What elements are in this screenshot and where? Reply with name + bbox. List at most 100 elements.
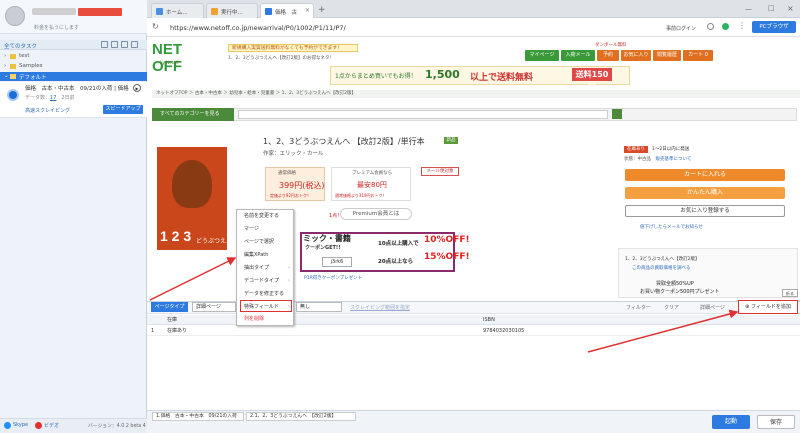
video-link[interactable]: ビデオ <box>44 422 59 429</box>
workflow-step-2[interactable]: 2.1、2、3どうぶつえんへ 【改訂2版】 <box>246 412 356 421</box>
logo-tagline: by Netoff <box>160 60 179 65</box>
minimize-icon[interactable]: — <box>745 5 752 13</box>
collapse-button[interactable]: 折る <box>782 289 798 297</box>
table-cell[interactable]: 在庫あり <box>167 326 187 336</box>
quick-buy-button[interactable]: かんたん購入 <box>625 187 785 199</box>
mail-delivery-badge: メール便対象 <box>421 167 459 176</box>
close-icon[interactable]: × <box>305 7 310 14</box>
search-input[interactable] <box>238 110 608 119</box>
start-button[interactable]: 起動 <box>712 415 750 429</box>
campaign-banner[interactable]: 新規購入実質送料無料がなくても予約ができます！ <box>228 44 358 52</box>
settings-icon[interactable] <box>131 41 138 48</box>
price-discount: 定価より92円おトク！ <box>270 193 312 198</box>
free-box-link[interactable]: ダンボール無料 <box>595 42 627 48</box>
skype-link[interactable]: Skype <box>13 422 28 428</box>
home-icon <box>156 8 163 15</box>
close-window-icon[interactable]: × <box>787 4 794 13</box>
premium-info-button[interactable]: Premium会員とは <box>340 208 412 220</box>
tab-running[interactable]: 実行中... <box>206 3 258 18</box>
tab-current[interactable]: 価格 古 × <box>260 3 314 18</box>
lion-illustration <box>172 160 212 208</box>
table-cell[interactable]: 9784032030105 <box>483 326 524 336</box>
cover-subtitle: どうぶつえんへ <box>196 238 239 245</box>
chevron-right-icon: › <box>288 278 290 284</box>
search-icon[interactable] <box>612 109 622 119</box>
breadcrumb[interactable]: ネットオフTOP ＞ 古本・中古本 ＞ 幼児本・絵本・児童書 ＞ 1、2、3どう… <box>152 90 800 98</box>
reserve-button[interactable]: 予約 <box>597 50 619 61</box>
avatar[interactable] <box>5 6 25 26</box>
cart-button[interactable]: カート 0 <box>683 50 713 61</box>
context-menu-item[interactable]: 名前を変更する <box>244 211 290 222</box>
url-input[interactable]: https://www.netoff.co.jp/newarrival/P0/1… <box>170 22 690 34</box>
new-tab-button[interactable]: + <box>318 5 326 15</box>
scroll-range-link[interactable]: スクレイピング範囲を指定 <box>350 304 410 311</box>
context-menu-item[interactable]: 抽出タイプ › <box>244 263 290 274</box>
tree-item-default[interactable]: ⌄ デフォルト <box>0 72 147 81</box>
condition-info: 状態：中古品 販売基準について <box>624 157 692 162</box>
clear-button[interactable]: クリア <box>664 304 679 311</box>
price-value: 399円(税込) <box>279 181 325 190</box>
premium-price: 最安80円 <box>357 181 387 189</box>
reload-icon[interactable]: ↻ <box>152 22 159 31</box>
username-blurred <box>32 8 76 15</box>
skype-icon[interactable] <box>4 422 11 429</box>
pc-browser-select[interactable]: PCブラウザ <box>752 21 796 33</box>
context-menu-item[interactable]: ページで選択 <box>244 237 290 248</box>
chevron-right-icon: › <box>4 63 7 69</box>
price-alert-link[interactable]: 値下げしたらメールでお知らせ <box>640 224 703 230</box>
status-badge: 新品 <box>444 137 458 144</box>
table-row[interactable]: 1 在庫あり 9784032030105 <box>147 326 800 336</box>
column-header-isbn[interactable]: ISBN <box>483 315 495 325</box>
scroll-select[interactable]: 無し <box>296 302 342 312</box>
task-type: 高速スクレイピング <box>25 108 71 114</box>
page-type-select[interactable]: 詳細ページ <box>192 302 236 312</box>
add-field-button[interactable]: ⊕ フィールドを追加 <box>738 300 798 314</box>
workflow-step-1[interactable]: 1.価格 古本・中古本 09/21の入荷 <box>152 412 244 421</box>
arrival-mail-button[interactable]: 入荷メール <box>561 50 595 61</box>
tree-item-test[interactable]: › test <box>0 52 147 61</box>
filter-button[interactable]: フィルター <box>626 304 651 311</box>
run-task-icon[interactable]: ▶ <box>133 84 141 92</box>
buyback-link[interactable]: この商品の買取価格を調べる <box>632 265 691 271</box>
context-menu-item[interactable]: 編集XPath <box>244 250 290 261</box>
upgrade-link[interactable]: 料金を払うにします <box>34 24 79 31</box>
premium-discount: 通常価格より319円おトク！ <box>335 193 387 198</box>
robot-icon <box>7 89 19 101</box>
maximize-icon[interactable]: □ <box>768 4 775 12</box>
detail-page-switch[interactable]: 詳細ページ <box>700 304 725 311</box>
speedup-button[interactable]: スピードアップ <box>103 105 143 114</box>
cookie-icon[interactable] <box>707 23 714 30</box>
favorite-button[interactable]: お気に入り <box>621 50 651 61</box>
context-menu-item[interactable]: デコードタイプ › <box>244 276 290 287</box>
chevron-right-icon: › <box>4 53 7 59</box>
coupon-link[interactable]: P1R得きクーポンプレゼント <box>304 275 362 281</box>
more-icon[interactable]: ⋮ <box>738 21 746 30</box>
category-button[interactable]: すべてのカテゴリーを見る <box>152 108 234 121</box>
delete-column-item[interactable]: 列を削除 <box>244 314 290 325</box>
account-badge <box>78 8 122 16</box>
add-favorite-button[interactable]: お気に入り登録する <box>625 205 785 217</box>
new-task-icon[interactable] <box>101 41 108 48</box>
author-link[interactable]: 作家：エリック・カール <box>263 149 323 157</box>
promo-amount: 1,500 <box>425 68 460 81</box>
all-tasks-label[interactable]: 全てのタスク <box>4 42 37 50</box>
netoff-logo[interactable]: NET OFF <box>152 41 210 75</box>
workflow-bar <box>147 410 800 433</box>
video-icon[interactable] <box>35 422 42 429</box>
column-header-stock[interactable]: 在庫 <box>167 315 177 325</box>
context-menu-item[interactable]: データを修正する <box>244 289 290 300</box>
save-button[interactable]: 保存 <box>757 415 795 429</box>
add-to-cart-button[interactable]: カートに入れる <box>625 169 785 181</box>
adblock-icon[interactable] <box>722 23 729 30</box>
pre-login-button[interactable]: 事前ログイン <box>666 25 696 32</box>
buyback-bonus: 買取全額50%UP <box>656 281 694 287</box>
folder-icon[interactable] <box>111 41 118 48</box>
task-data-count: データ数：17 2日前 <box>25 95 75 101</box>
context-menu-item[interactable]: マージ <box>244 224 290 235</box>
tree-item-samples[interactable]: › Samples <box>0 62 147 71</box>
page-type-button[interactable]: ページタイプ <box>151 302 188 312</box>
history-button[interactable]: 閲覧履歴 <box>653 50 681 61</box>
mypage-button[interactable]: マイページ <box>525 50 559 61</box>
refresh-icon[interactable] <box>121 41 128 48</box>
tab-home[interactable]: ホーム... <box>151 3 204 18</box>
